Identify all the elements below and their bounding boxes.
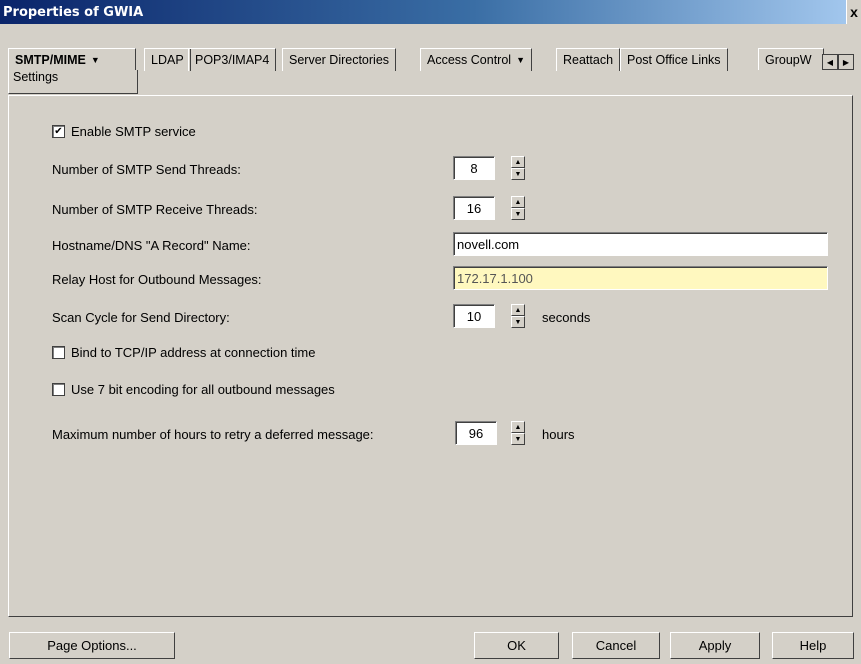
scan-cycle-label: Scan Cycle for Send Directory:	[52, 310, 230, 325]
scan-cycle-unit: seconds	[542, 310, 591, 325]
enable-smtp-checkbox[interactable]: ✔ Enable SMTP service	[52, 124, 196, 139]
spin-up-icon[interactable]: ▲	[511, 156, 525, 168]
help-button[interactable]: Help	[772, 632, 854, 659]
spin-down-icon[interactable]: ▼	[511, 316, 525, 328]
bind-tcpip-checkbox[interactable]: Bind to TCP/IP address at connection tim…	[52, 345, 316, 360]
dropdown-arrow-icon: ▼	[90, 54, 100, 65]
spin-down-icon[interactable]: ▼	[511, 433, 525, 445]
subtab-settings[interactable]: Settings	[8, 70, 138, 94]
scroll-left-icon[interactable]: ◀	[822, 54, 838, 70]
scan-cycle-spinner[interactable]: ▲ ▼	[511, 304, 525, 328]
tab-server-directories[interactable]: Server Directories	[282, 48, 397, 71]
receive-threads-spinner[interactable]: ▲ ▼	[511, 196, 525, 220]
spin-down-icon[interactable]: ▼	[511, 208, 525, 220]
ok-button[interactable]: OK	[474, 632, 559, 659]
dropdown-arrow-icon: ▼	[516, 55, 525, 65]
checkmark-icon: ✔	[52, 125, 65, 138]
seven-bit-checkbox[interactable]: Use 7 bit encoding for all outbound mess…	[52, 382, 335, 397]
max-retry-spinner[interactable]: ▲ ▼	[511, 421, 525, 445]
max-retry-input[interactable]: 96	[455, 421, 497, 445]
title-bar: Properties of GWIA x	[0, 0, 861, 24]
spin-up-icon[interactable]: ▲	[511, 196, 525, 208]
apply-button[interactable]: Apply	[670, 632, 760, 659]
scan-cycle-input[interactable]: 10	[453, 304, 495, 328]
tab-access-control[interactable]: Access Control ▼	[420, 48, 532, 71]
tab-groupwise[interactable]: GroupW	[758, 48, 824, 70]
tab-smtp-mime[interactable]: SMTP/MIME ▼	[8, 48, 136, 70]
spin-down-icon[interactable]: ▼	[511, 168, 525, 180]
page-options-button[interactable]: Page Options...	[9, 632, 175, 659]
max-retry-label: Maximum number of hours to retry a defer…	[52, 427, 374, 442]
spin-up-icon[interactable]: ▲	[511, 421, 525, 433]
cancel-button[interactable]: Cancel	[572, 632, 660, 659]
relay-host-label: Relay Host for Outbound Messages:	[52, 272, 262, 287]
tab-scroll: ◀ ▶	[822, 54, 854, 70]
hostname-label: Hostname/DNS "A Record" Name:	[52, 238, 251, 253]
receive-threads-input[interactable]: 16	[453, 196, 495, 220]
send-threads-input[interactable]: 8	[453, 156, 495, 180]
send-threads-label: Number of SMTP Send Threads:	[52, 162, 241, 177]
tab-strip: SMTP/MIME ▼ LDAP POP3/IMAP4 Server Direct…	[8, 48, 848, 71]
tab-pop3-imap4[interactable]: POP3/IMAP4	[188, 48, 277, 71]
close-button[interactable]: x	[846, 0, 861, 24]
hostname-input[interactable]: novell.com	[453, 232, 828, 256]
scroll-right-icon[interactable]: ▶	[838, 54, 854, 70]
relay-host-input[interactable]: 172.17.1.100	[453, 266, 828, 290]
send-threads-spinner[interactable]: ▲ ▼	[511, 156, 525, 180]
max-retry-unit: hours	[542, 427, 575, 442]
tab-post-office-links[interactable]: Post Office Links	[620, 48, 728, 71]
tab-ldap[interactable]: LDAP	[144, 48, 191, 71]
window-title: Properties of GWIA	[3, 4, 144, 20]
receive-threads-label: Number of SMTP Receive Threads:	[52, 202, 258, 217]
tab-reattach[interactable]: Reattach	[556, 48, 621, 71]
spin-up-icon[interactable]: ▲	[511, 304, 525, 316]
